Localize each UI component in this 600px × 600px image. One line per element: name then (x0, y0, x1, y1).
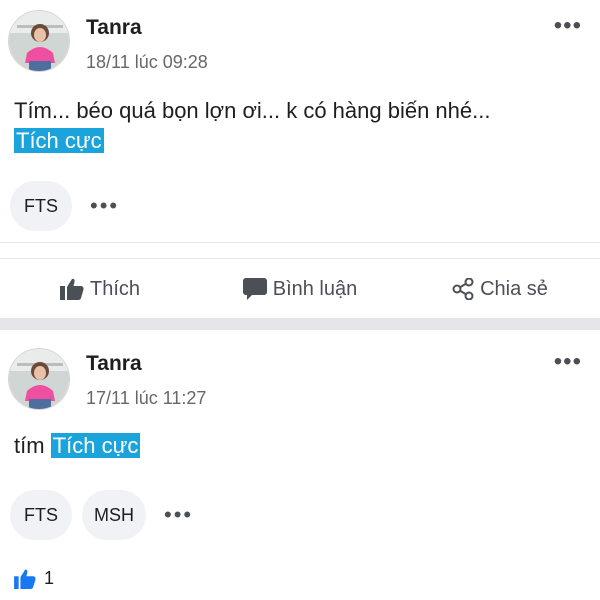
share-icon (452, 278, 474, 300)
comment-button[interactable]: Bình luận (200, 278, 400, 301)
post-text-block: tím Tích cực (14, 431, 586, 461)
reaction-summary[interactable]: 1 (14, 568, 54, 589)
divider (0, 258, 600, 259)
like-button[interactable]: Thích (0, 278, 200, 301)
comment-icon (242, 278, 267, 300)
avatar[interactable] (8, 348, 70, 410)
post-separator (0, 318, 600, 330)
thumbs-up-icon (14, 569, 36, 589)
thumbs-up-icon (59, 278, 84, 300)
chip-fts[interactable]: FTS (10, 490, 72, 540)
like-label: Thích (89, 277, 141, 300)
chip-row: FTS MSH ••• (10, 490, 201, 540)
more-icon[interactable]: ••• (554, 350, 582, 374)
post-card: Tanra 17/11 lúc 11:27 ••• tím Tích cực F… (0, 330, 600, 600)
avatar-photo (9, 11, 69, 71)
more-icon[interactable]: ••• (554, 14, 582, 38)
post-timestamp[interactable]: 17/11 lúc 11:27 (86, 388, 206, 409)
post-timestamp[interactable]: 18/11 lúc 09:28 (86, 52, 208, 73)
post-text: Tím... béo quá bọn lợn ơi... k có hàng b… (14, 98, 491, 123)
chip-row: FTS ••• (10, 181, 127, 231)
share-button[interactable]: Chia sẻ (400, 278, 600, 301)
comment-label: Bình luận (272, 277, 358, 300)
avatar[interactable] (8, 10, 70, 72)
divider (0, 242, 600, 243)
chip-msh[interactable]: MSH (82, 490, 146, 540)
post-card: Tanra 18/11 lúc 09:28 ••• Tím... béo quá… (0, 0, 600, 318)
post-text-block: Tím... béo quá bọn lợn ơi... k có hàng b… (14, 96, 586, 156)
post-text: tím (14, 433, 45, 458)
sentiment-tag[interactable]: Tích cực (50, 433, 141, 458)
chip-more-icon[interactable]: ••• (156, 502, 201, 528)
action-bar: Thích Bình luận Chia sẻ (0, 260, 600, 318)
share-label: Chia sẻ (480, 277, 548, 300)
sentiment-tag[interactable]: Tích cực (14, 128, 104, 153)
chip-fts[interactable]: FTS (10, 181, 72, 231)
post-author[interactable]: Tanra (86, 352, 142, 376)
avatar-photo (9, 349, 69, 409)
likes-count: 1 (44, 568, 55, 588)
post-author[interactable]: Tanra (86, 16, 142, 40)
chip-more-icon[interactable]: ••• (82, 193, 127, 219)
